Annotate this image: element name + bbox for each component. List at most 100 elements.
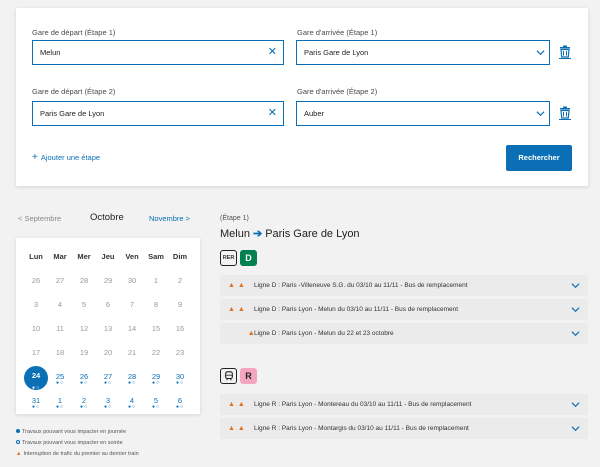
legend-label: Interruption de trafic du premier au der… — [23, 451, 139, 457]
alert-text: Ligne D : Paris Lyon - Melun du 03/10 au… — [254, 306, 459, 313]
calendar-day[interactable]: 30 ●○ — [168, 372, 192, 386]
weekday-header: Jeu — [101, 252, 115, 261]
legend-label: Travaux pouvant vous impacter en journée — [22, 429, 127, 435]
calendar-day[interactable]: 2 ●○ — [72, 396, 96, 410]
step2-departure-label: Gare de départ (Étape 2) — [32, 87, 116, 96]
calendar-day[interactable]: 5 ●○ — [144, 396, 168, 410]
chevron-down-icon — [571, 307, 580, 313]
route-to: Paris Gare de Lyon — [265, 228, 360, 240]
works-dots-icon: ●○ — [175, 380, 185, 386]
step1-departure-input[interactable]: Melun ✕ — [32, 40, 284, 65]
day-number: 26 — [31, 276, 41, 285]
calendar-day: 20 — [96, 348, 120, 357]
calendar-day: 1 — [144, 276, 168, 285]
next-month-link[interactable]: Novembre > — [149, 214, 190, 223]
day-number: 30 — [127, 276, 137, 285]
calendar-day[interactable]: 29 ●○ — [144, 372, 168, 386]
circle-icon — [16, 440, 20, 444]
day-number: 28 — [79, 276, 89, 285]
alert-text: Ligne D : Paris Lyon - Melun du 22 et 23… — [254, 330, 394, 337]
disruption-alert[interactable]: ▲ Ligne D : Paris Lyon - Melun du 22 et 2… — [220, 323, 588, 344]
step1-departure-label: Gare de départ (Étape 1) — [32, 28, 116, 37]
day-number: 24 — [31, 371, 41, 380]
step-label: (Étape 1) — [220, 215, 249, 222]
day-number: 27 — [55, 276, 65, 285]
warning-bus-icon: ▲ — [228, 330, 258, 337]
legend-item-evening: Travaux pouvant vous impacter en soirée — [16, 440, 123, 446]
weekday-header: Sam — [148, 252, 164, 261]
trash-icon[interactable] — [559, 45, 571, 59]
day-number: 12 — [79, 324, 89, 333]
previous-month-link[interactable]: < Septembre — [18, 214, 61, 223]
day-number: 7 — [129, 300, 135, 309]
disruption-alert[interactable]: ▲▲ Ligne R : Paris Lyon - Montargis du 03… — [220, 418, 588, 439]
route-from: Melun — [220, 228, 250, 240]
calendar-day: 6 — [96, 300, 120, 309]
add-step-link[interactable]: + Ajouter une étape — [32, 152, 100, 163]
works-dots-icon: ●○ — [151, 380, 161, 386]
step1-arrival-select[interactable]: Paris Gare de Lyon — [296, 40, 550, 65]
calendar-day[interactable]: 1 ●○ — [48, 396, 72, 410]
calendar-day: 17 — [24, 348, 48, 357]
calendar-day: 21 — [120, 348, 144, 357]
calendar-day: 11 — [48, 324, 72, 333]
warning-bus-icon: ▲▲ — [228, 282, 248, 289]
step2-arrival-value: Auber — [304, 109, 325, 118]
works-dots-icon: ●○ — [55, 380, 65, 386]
calendar-day: 29 — [96, 276, 120, 285]
calendar-day[interactable]: 26 ●○ — [72, 372, 96, 386]
day-number: 19 — [79, 348, 89, 357]
step1-arrival-value: Paris Gare de Lyon — [304, 48, 369, 57]
calendar: Lun Mar Mer Jeu Ven Sam Dim 26 27 28 29 30 1 2 3 4 5 6 7 8 9… — [16, 238, 200, 414]
step2-arrival-select[interactable]: Auber — [296, 101, 550, 126]
rer-logo-icon: RER — [220, 250, 237, 266]
day-number: 23 — [175, 348, 185, 357]
day-number: 18 — [55, 348, 65, 357]
day-number: 6 — [105, 300, 111, 309]
disruption-alert[interactable]: ▲▲ Ligne D : Paris Lyon - Melun du 03/10 … — [220, 299, 588, 320]
day-number: 16 — [175, 324, 185, 333]
step2-departure-input[interactable]: Paris Gare de Lyon ✕ — [32, 101, 284, 126]
calendar-day: 18 — [48, 348, 72, 357]
calendar-day[interactable]: 25 ●○ — [48, 372, 72, 386]
disruption-alert[interactable]: ▲▲ Ligne R : Paris Lyon - Montereau du 03… — [220, 394, 588, 415]
calendar-day: 8 — [144, 300, 168, 309]
trash-icon[interactable] — [559, 106, 571, 120]
day-number: 17 — [31, 348, 41, 357]
alert-text: Ligne R : Paris Lyon - Montargis du 03/1… — [254, 425, 469, 432]
search-button[interactable]: Rechercher — [506, 145, 572, 171]
works-dots-icon: ●○ — [127, 404, 137, 410]
route-title: Melun ➔ Paris Gare de Lyon — [220, 227, 360, 240]
weekday-header: Lun — [29, 252, 43, 261]
calendar-day: 14 — [120, 324, 144, 333]
calendar-day: 27 — [48, 276, 72, 285]
calendar-day: 26 — [24, 276, 48, 285]
chevron-down-icon — [571, 426, 580, 432]
works-dots-icon: ●○ — [55, 404, 65, 410]
line-d-badge: D — [240, 250, 257, 266]
alert-text: Ligne R : Paris Lyon - Montereau du 03/1… — [254, 401, 472, 408]
day-number: 14 — [127, 324, 137, 333]
clear-icon[interactable]: ✕ — [268, 41, 277, 64]
weekday-header: Mar — [53, 252, 67, 261]
calendar-day: 10 — [24, 324, 48, 333]
chevron-down-icon — [571, 283, 580, 289]
calendar-day[interactable]: 6 ●○ — [168, 396, 192, 410]
disruption-alert[interactable]: ▲▲ Ligne D : Paris -Villeneuve S.G. du 03… — [220, 275, 588, 296]
warning-bus-icon: ▲▲ — [228, 425, 248, 432]
train-logo-icon — [220, 368, 237, 384]
calendar-day: 7 — [120, 300, 144, 309]
calendar-day[interactable]: 3 ●○ — [96, 396, 120, 410]
calendar-day[interactable]: 27 ●○ — [96, 372, 120, 386]
calendar-day[interactable]: 24 ●○ — [24, 366, 48, 391]
calendar-day[interactable]: 28 ●○ — [120, 372, 144, 386]
works-dots-icon: ●○ — [175, 404, 185, 410]
works-dots-icon: ●○ — [31, 404, 41, 410]
calendar-day[interactable]: 4 ●○ — [120, 396, 144, 410]
chevron-down-icon — [536, 50, 545, 56]
calendar-day: 28 — [72, 276, 96, 285]
clear-icon[interactable]: ✕ — [268, 102, 277, 125]
calendar-day: 23 — [168, 348, 192, 357]
calendar-day[interactable]: 31 ●○ — [24, 396, 48, 410]
day-number: 10 — [31, 324, 41, 333]
